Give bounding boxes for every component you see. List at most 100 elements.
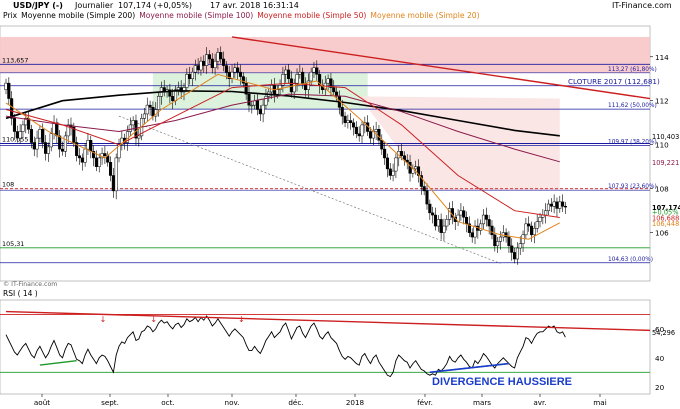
candle-body	[538, 217, 542, 222]
candle-body	[21, 124, 25, 132]
candle-body	[487, 219, 491, 227]
candle-body	[343, 115, 347, 123]
candle-body	[238, 71, 243, 77]
candle-body	[518, 243, 522, 249]
candle-body	[233, 67, 237, 73]
candle-body	[247, 93, 251, 106]
fib-level-label: 113,27 (61,80%)	[608, 67, 657, 73]
candle-body	[128, 124, 132, 132]
candle-body	[464, 217, 469, 225]
candle-body	[258, 109, 262, 115]
left-level-label: 110,055	[2, 135, 28, 143]
candle-body	[340, 107, 344, 117]
candle-body	[394, 157, 398, 172]
candle-body	[383, 148, 387, 159]
candle-body	[188, 74, 192, 80]
candle-body	[436, 219, 440, 227]
y-tick-label: 106	[655, 229, 669, 238]
candle-body	[532, 227, 536, 236]
candle-body	[199, 60, 203, 71]
candle-body	[148, 104, 152, 108]
candle-body	[286, 69, 291, 80]
candle-body	[38, 129, 42, 139]
candle-body	[210, 58, 214, 69]
left-level-label: 108	[2, 181, 14, 189]
rsi-marker-arrow: ↓	[238, 315, 245, 324]
candle-body	[445, 219, 449, 227]
timestamp: 17 avr. 2018 16:31:14	[210, 1, 299, 10]
candle-body	[439, 219, 443, 233]
candle-body	[7, 82, 11, 99]
candle-body	[103, 153, 107, 156]
candle-body	[77, 155, 82, 159]
rsi-title: RSI ( 14 )	[3, 289, 38, 298]
candle-body	[298, 71, 302, 75]
y-tick-label: 108	[655, 185, 669, 194]
fib-level-label: 111,62 (50,00%)	[608, 103, 657, 109]
candle-body	[15, 131, 19, 139]
last-price-change: 107,174 (+0,05%)	[118, 1, 192, 10]
legend-item: Moyenne mobile (Simple 20)	[370, 11, 479, 20]
candle-body	[351, 122, 356, 128]
candle-body	[349, 120, 353, 123]
candle-body	[86, 140, 90, 150]
x-tick-label: mai	[593, 398, 606, 407]
candle-body	[171, 96, 175, 101]
candle-body	[10, 98, 14, 119]
legend-item: Moyenne mobile (Simple 50)	[257, 11, 366, 20]
candle-body	[236, 67, 240, 73]
candle-body	[521, 234, 525, 244]
candle-body	[414, 166, 418, 170]
candle-body	[193, 65, 197, 73]
candle-body	[433, 214, 438, 227]
rsi-y-tick-label: 20	[655, 383, 665, 392]
candle-body	[510, 245, 514, 253]
candle-body	[326, 78, 330, 84]
x-tick-label: oct.	[161, 398, 174, 407]
candle-body	[408, 162, 412, 174]
candle-body	[388, 168, 392, 176]
candle-body	[145, 104, 149, 115]
candle-body	[46, 146, 50, 154]
candle-body	[35, 137, 39, 150]
candle-body	[354, 126, 358, 134]
candle-body	[94, 157, 98, 167]
candle-body	[255, 100, 260, 110]
candle-body	[484, 214, 488, 220]
candle-body	[357, 133, 361, 137]
candle-body	[422, 186, 426, 192]
candle-body	[12, 118, 17, 132]
instrument-title: USD/JPY (-)	[13, 1, 63, 10]
candle-body	[205, 54, 209, 66]
candle-body	[49, 133, 53, 148]
candle-body	[202, 60, 206, 66]
candle-body	[555, 201, 559, 209]
x-tick-label: nov.	[225, 398, 240, 407]
candle-body	[442, 225, 446, 233]
rsi-value-label: 54,296	[652, 329, 675, 337]
candle-body	[213, 60, 217, 69]
candle-body	[185, 74, 189, 88]
candle-body	[368, 131, 373, 139]
x-tick-label: déc.	[288, 398, 303, 407]
candle-body	[253, 100, 257, 106]
x-tick-label: 2018	[346, 398, 365, 407]
candle-body	[142, 113, 146, 119]
legend-item: Prix	[3, 11, 18, 20]
chart-header: USD/JPY (-) Journalier 107,174 (+0,05%) …	[13, 1, 672, 10]
candle-body	[261, 104, 265, 115]
candle-body	[284, 69, 288, 75]
candle-body	[151, 107, 155, 117]
candle-body	[346, 120, 350, 123]
candle-body	[524, 223, 528, 236]
candle-body	[360, 124, 364, 137]
usdjpy-chart: USD/JPY (-) Journalier 107,174 (+0,05%) …	[0, 1, 680, 407]
candle-body	[504, 232, 508, 238]
candle-body	[549, 203, 553, 207]
x-axis: août sept. oct. nov. déc. 2018 févr. mars avr. ma…	[34, 394, 607, 407]
price-tag-label: 109,221	[652, 159, 679, 167]
candle-body	[250, 104, 254, 107]
candle-body	[275, 89, 279, 95]
candle-body	[207, 54, 211, 60]
candle-body	[219, 52, 223, 60]
